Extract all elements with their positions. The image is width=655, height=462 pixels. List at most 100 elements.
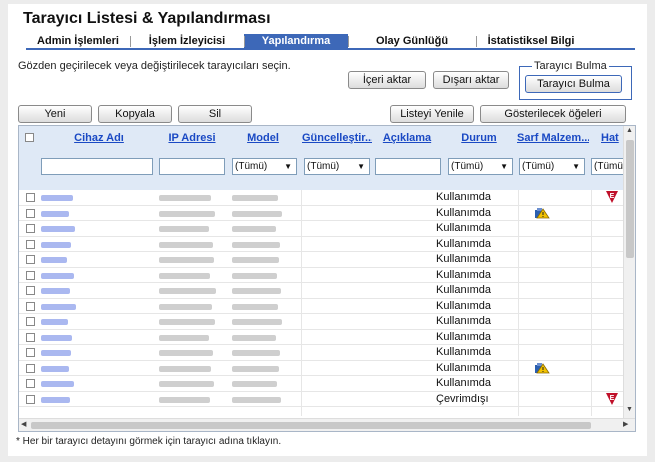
model-cell: [232, 303, 278, 310]
select-all-checkbox[interactable]: [25, 133, 34, 142]
device-name-link[interactable]: [41, 319, 68, 325]
table-row[interactable]: Kullanımda: [19, 376, 623, 392]
export-button[interactable]: Dışarı aktar: [433, 71, 509, 89]
row-checkbox[interactable]: [26, 363, 35, 373]
tab-statistics[interactable]: İstatistiksel Bilgi: [476, 34, 586, 49]
model-cell: [232, 241, 280, 248]
status-cell: Kullanımda: [436, 299, 492, 312]
device-name-link[interactable]: [41, 350, 71, 356]
column-supplies[interactable]: Sarf Malzem...: [517, 132, 589, 144]
device-name-link[interactable]: [41, 272, 74, 279]
tab-event-log[interactable]: Olay Günlüğü: [348, 34, 476, 49]
table-body: Kullanımda E Kullanımda Kullanımda Kullanımd…: [19, 190, 623, 407]
column-update[interactable]: Güncelleştir...: [302, 132, 372, 144]
device-name-link[interactable]: [41, 226, 75, 232]
horizontal-scroll-thumb[interactable]: [31, 422, 591, 429]
column-device-name[interactable]: Cihaz Adı: [59, 132, 139, 144]
row-checkbox[interactable]: [26, 224, 35, 233]
device-name-link[interactable]: [41, 195, 73, 201]
row-checkbox[interactable]: [26, 193, 35, 202]
tab-operation-monitor[interactable]: İşlem İzleyicisi: [130, 34, 244, 49]
filter-model-select[interactable]: (Tümü) ▼: [232, 158, 297, 175]
model-cell: [232, 272, 277, 279]
filter-ip-address[interactable]: [159, 158, 225, 175]
row-checkbox[interactable]: [26, 301, 35, 311]
scroll-left-icon[interactable]: ◀: [21, 420, 26, 428]
scroll-up-icon[interactable]: ▲: [626, 127, 633, 134]
column-status[interactable]: Durum: [447, 132, 511, 144]
column-ip-address[interactable]: IP Adresi: [157, 132, 227, 144]
table-row[interactable]: Kullanımda: [19, 330, 623, 345]
filter-supplies-select[interactable]: (Tümü) ▼: [519, 158, 585, 175]
table-row[interactable]: Kullanımda: [19, 237, 623, 252]
row-checkbox[interactable]: [26, 394, 35, 404]
ip-address-cell: [159, 319, 215, 325]
column-error[interactable]: Hat: [601, 132, 623, 144]
table-header: Cihaz Adı IP Adresi Model Güncelleştir..…: [19, 126, 631, 190]
device-name-link[interactable]: [41, 381, 74, 387]
ip-address-cell: [159, 365, 211, 372]
device-name-link[interactable]: [41, 396, 70, 403]
supply-warning-icon[interactable]: [534, 207, 550, 219]
column-description[interactable]: Açıklama: [375, 132, 439, 144]
row-checkbox[interactable]: [26, 270, 35, 280]
status-cell: Kullanımda: [436, 377, 492, 389]
row-checkbox[interactable]: [26, 379, 35, 388]
horizontal-scrollbar[interactable]: ◀ ▶: [19, 418, 635, 431]
error-icon[interactable]: E: [605, 392, 619, 406]
table-row[interactable]: Kullanımda: [19, 299, 623, 314]
table-row[interactable]: Kullanımda: [19, 345, 623, 361]
edit-columns-button[interactable]: Gösterilecek öğeleri düzenleme: [480, 105, 626, 136]
table-row[interactable]: Kullanımda: [19, 268, 623, 283]
copy-button[interactable]: Kopyala: [98, 105, 172, 123]
device-name-link[interactable]: [41, 365, 69, 372]
filter-description[interactable]: [375, 158, 441, 175]
model-cell: [232, 319, 282, 325]
filter-device-name[interactable]: [41, 158, 153, 175]
row-checkbox[interactable]: [26, 348, 35, 357]
supply-warning-icon[interactable]: [534, 362, 550, 374]
chevron-down-icon: ▼: [500, 162, 508, 171]
device-name-link[interactable]: [41, 210, 69, 217]
scroll-right-icon[interactable]: ▶: [623, 420, 628, 428]
ip-address-cell: [159, 288, 216, 294]
status-cell: Kullanımda: [436, 330, 492, 343]
status-cell: Kullanımda: [436, 346, 492, 358]
table-row[interactable]: Kullanımda: [19, 221, 623, 237]
device-name-link[interactable]: [41, 241, 71, 248]
row-checkbox[interactable]: [26, 239, 35, 249]
table-row[interactable]: Çevrimdışı E: [19, 392, 623, 407]
device-name-link[interactable]: [41, 334, 72, 341]
model-cell: [232, 195, 278, 201]
row-checkbox[interactable]: [26, 332, 35, 342]
device-name-link[interactable]: [41, 257, 67, 263]
import-button[interactable]: İçeri aktar: [348, 71, 426, 89]
filter-status-select[interactable]: (Tümü) ▼: [448, 158, 513, 175]
device-name-link[interactable]: [41, 303, 76, 310]
error-icon[interactable]: E: [605, 190, 619, 204]
table-row[interactable]: Kullanımda: [19, 361, 623, 376]
new-button[interactable]: Yeni: [18, 105, 92, 123]
table-row[interactable]: Kullanımda E: [19, 190, 623, 206]
row-checkbox[interactable]: [26, 317, 35, 326]
column-model[interactable]: Model: [231, 132, 295, 144]
model-cell: [232, 257, 279, 263]
scroll-down-icon[interactable]: ▼: [626, 406, 633, 413]
filter-update-select[interactable]: (Tümü) ▼: [304, 158, 370, 175]
table-row[interactable]: Kullanımda: [19, 283, 623, 299]
refresh-list-button[interactable]: Listeyi Yenile: [390, 105, 474, 123]
row-checkbox[interactable]: [26, 255, 35, 264]
row-checkbox[interactable]: [26, 208, 35, 218]
table-row[interactable]: Kullanımda: [19, 206, 623, 221]
tab-admin-operations[interactable]: Admin İşlemleri: [26, 34, 130, 49]
device-name-link[interactable]: [41, 288, 70, 294]
table-row[interactable]: Kullanımda: [19, 252, 623, 268]
row-checkbox[interactable]: [26, 286, 35, 295]
scanner-finder-button[interactable]: Tarayıcı Bulma: [525, 75, 622, 93]
delete-button[interactable]: Sil: [178, 105, 252, 123]
tab-configuration-list[interactable]: Yapılandırma Listesi: [244, 34, 348, 62]
model-cell: [232, 334, 276, 341]
vertical-scrollbar[interactable]: ▲ ▼: [623, 126, 635, 418]
table-row[interactable]: Kullanımda: [19, 314, 623, 330]
vertical-scroll-thumb[interactable]: [626, 140, 634, 258]
